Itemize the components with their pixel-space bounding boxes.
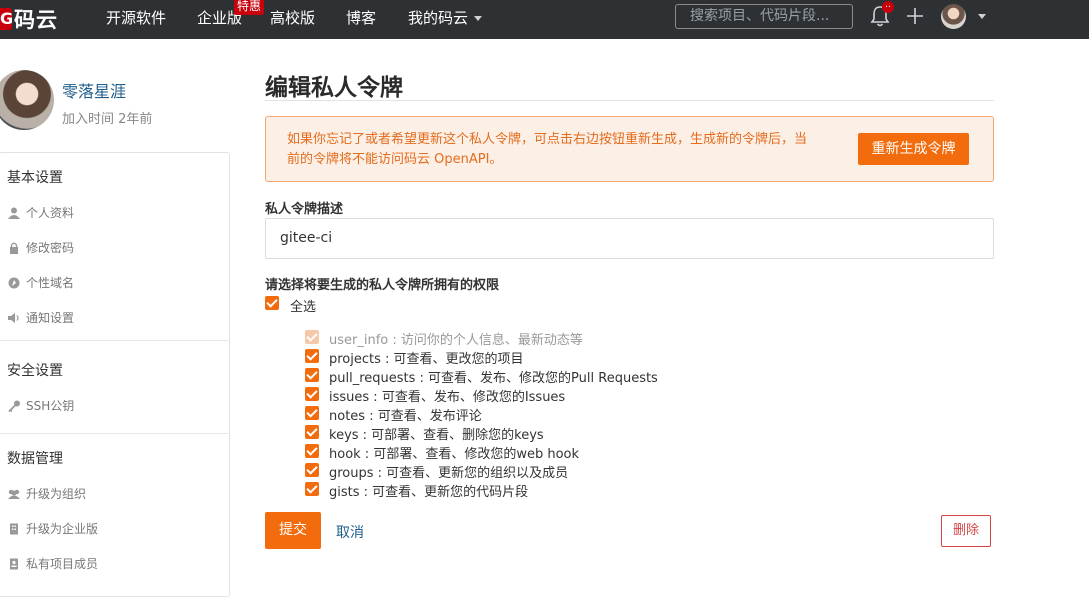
scope-label-gists[interactable]: gists : 可查看、更新您的代码片段 bbox=[329, 481, 528, 500]
compass-icon bbox=[8, 277, 20, 288]
sidebar-item-upgrade-enterprise[interactable]: 升级为企业版 bbox=[7, 520, 98, 537]
scope-checkbox-issues[interactable] bbox=[305, 387, 319, 401]
sidebar-item-ssh-keys[interactable]: SSH公钥 bbox=[7, 397, 74, 414]
sidebar-item-label: 升级为组织 bbox=[26, 487, 87, 501]
scope-checkbox-hook[interactable] bbox=[305, 444, 319, 458]
scope-checkbox-notes[interactable] bbox=[305, 406, 319, 420]
scope-label-projects[interactable]: projects : 可查看、更改您的项目 bbox=[329, 348, 524, 367]
settings-sidebar: 基本设置 个人资料 修改密码 个性域名 通知设置 安全设置 SSH公钥 数据管理… bbox=[0, 152, 230, 597]
sidebar-divider bbox=[0, 433, 229, 434]
sidebar-item-profile[interactable]: 个人资料 bbox=[7, 204, 74, 221]
sidebar-item-label: 私有项目成员 bbox=[26, 557, 99, 571]
regenerate-notice: 如果你忘记了或者希望更新这个私人令牌，可点击右边按钮重新生成，生成新的令牌后，当… bbox=[265, 116, 994, 182]
sidebar-item-domain[interactable]: 个性域名 bbox=[7, 274, 74, 291]
sidebar-item-label: SSH公钥 bbox=[26, 399, 75, 413]
sidebar-item-upgrade-org[interactable]: 升级为组织 bbox=[7, 485, 86, 502]
lock-icon bbox=[10, 242, 18, 254]
scope-label-issues[interactable]: issues : 可查看、发布、修改您的Issues bbox=[329, 386, 565, 405]
select-all-label[interactable]: 全选 bbox=[290, 296, 316, 315]
scope-checkbox-gists[interactable] bbox=[305, 482, 319, 496]
sidebar-item-password[interactable]: 修改密码 bbox=[7, 239, 74, 256]
nav-blog[interactable]: 博客 bbox=[346, 0, 376, 39]
profile-join-date: 加入时间 2年前 bbox=[62, 112, 153, 127]
sidebar-divider bbox=[0, 340, 229, 341]
user-avatar[interactable] bbox=[941, 4, 966, 29]
regenerate-token-button[interactable]: 重新生成令牌 bbox=[858, 133, 969, 165]
user-icon bbox=[8, 207, 20, 219]
sidebar-item-label: 个人资料 bbox=[26, 206, 75, 220]
logo-text: 码云 bbox=[14, 8, 58, 32]
scopes-label: 请选择将要生成的私人令牌所拥有的权限 bbox=[265, 278, 500, 293]
logo-badge: G bbox=[0, 8, 14, 30]
sidebar-heading-basic: 基本设置 bbox=[7, 170, 63, 186]
token-description-input[interactable]: gitee-ci bbox=[265, 218, 994, 259]
sidebar-item-label: 个性域名 bbox=[26, 276, 75, 290]
scope-label-user-info: user_info : 访问你的个人信息、最新动态等 bbox=[329, 333, 583, 348]
scope-checkbox-keys[interactable] bbox=[305, 425, 319, 439]
building-icon bbox=[10, 523, 18, 534]
sidebar-item-label: 通知设置 bbox=[26, 311, 75, 325]
contact-card-icon bbox=[10, 558, 18, 569]
description-label: 私人令牌描述 bbox=[265, 202, 344, 217]
sidebar-heading-data: 数据管理 bbox=[7, 451, 63, 467]
enterprise-promo-badge: 特惠 bbox=[234, 0, 265, 15]
speaker-icon bbox=[8, 312, 19, 323]
scope-label-hook[interactable]: hook : 可部署、查看、修改您的web hook bbox=[329, 443, 579, 462]
select-all-checkbox[interactable] bbox=[265, 296, 279, 310]
plus-icon[interactable] bbox=[905, 6, 925, 26]
nav-education[interactable]: 高校版 bbox=[270, 0, 315, 39]
sidebar-item-label: 升级为企业版 bbox=[26, 522, 99, 536]
scope-label-keys[interactable]: keys : 可部署、查看、删除您的keys bbox=[329, 424, 544, 443]
delete-button[interactable]: 删除 bbox=[941, 515, 991, 547]
scope-checkbox-projects[interactable] bbox=[305, 349, 319, 363]
scope-checkbox-pull-requests[interactable] bbox=[305, 368, 319, 382]
search-input[interactable]: 搜索项目、代码片段... bbox=[675, 4, 853, 29]
chevron-down-icon[interactable] bbox=[978, 14, 986, 19]
nav-open-source[interactable]: 开源软件 bbox=[106, 0, 166, 39]
notice-text: 如果你忘记了或者希望更新这个私人令牌，可点击右边按钮重新生成，生成新的令牌后，当… bbox=[287, 132, 808, 167]
top-navbar: G 码云 开源软件 企业版 特惠 高校版 博客 我的码云 搜索项目、代码片段..… bbox=[0, 0, 1089, 39]
key-icon bbox=[8, 400, 20, 412]
nav-my-gitee[interactable]: 我的码云 bbox=[408, 0, 483, 39]
scope-checkbox-groups[interactable] bbox=[305, 463, 319, 477]
page-title: 编辑私人令牌 bbox=[265, 75, 403, 101]
group-icon bbox=[8, 489, 20, 499]
profile-avatar[interactable] bbox=[0, 70, 54, 130]
sidebar-item-label: 修改密码 bbox=[26, 241, 75, 255]
submit-button[interactable]: 提交 bbox=[265, 512, 321, 549]
sidebar-heading-security: 安全设置 bbox=[7, 363, 63, 379]
gitee-logo[interactable]: G 码云 bbox=[0, 6, 58, 32]
cancel-link[interactable]: 取消 bbox=[336, 522, 364, 542]
profile-name[interactable]: 零落星涯 bbox=[62, 78, 126, 102]
scope-label-pull-requests[interactable]: pull_requests : 可查看、发布、修改您的Pull Requests bbox=[329, 367, 658, 386]
sidebar-item-private-members[interactable]: 私有项目成员 bbox=[7, 555, 98, 572]
scope-checkbox-user-info bbox=[305, 330, 319, 344]
title-divider bbox=[265, 100, 994, 101]
nav-my-gitee-label: 我的码云 bbox=[408, 9, 469, 27]
scope-label-groups[interactable]: groups : 可查看、更新您的组织以及成员 bbox=[329, 462, 568, 481]
notification-count-badge: .. bbox=[882, 1, 894, 13]
chevron-down-icon bbox=[474, 16, 483, 21]
scope-label-notes[interactable]: notes : 可查看、发布评论 bbox=[329, 405, 482, 424]
sidebar-item-notifications[interactable]: 通知设置 bbox=[7, 309, 74, 326]
